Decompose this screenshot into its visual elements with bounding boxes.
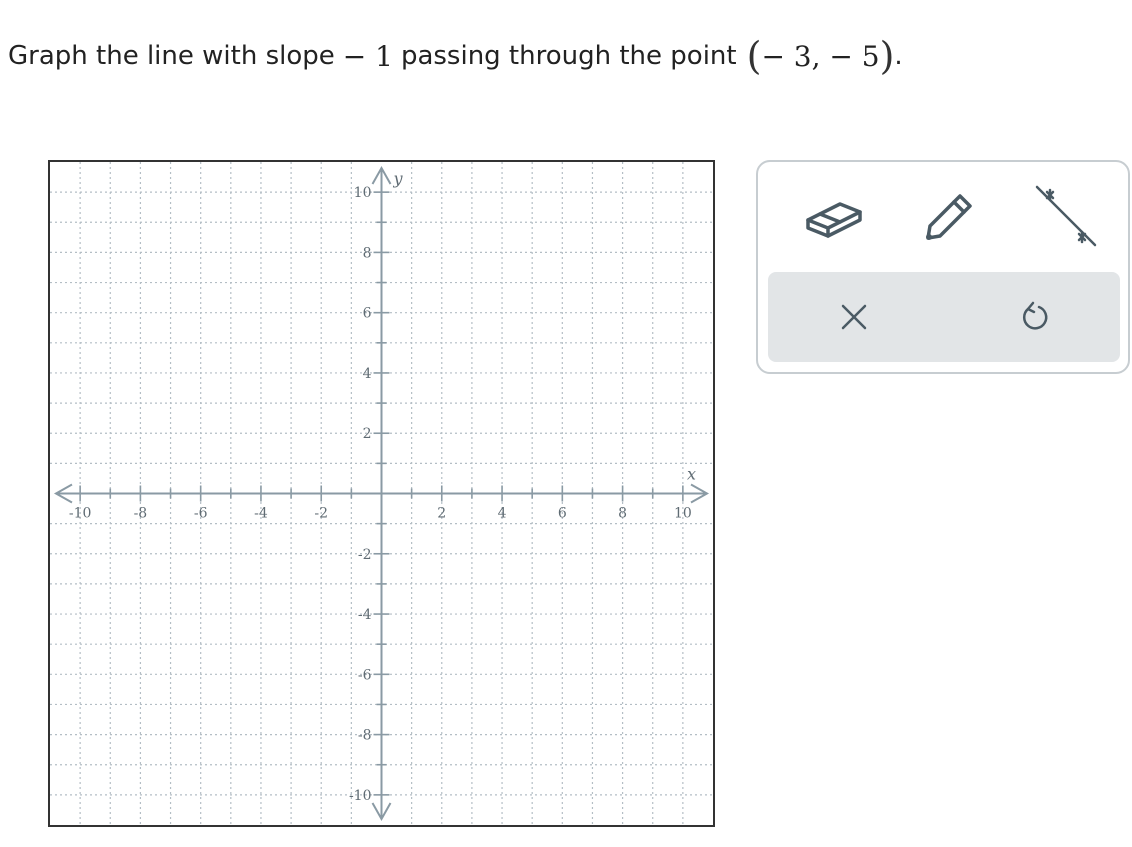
pencil-icon: [926, 194, 972, 240]
eraser-tool-button[interactable]: [796, 176, 876, 256]
y-axis-label: y: [393, 169, 404, 188]
open-paren: (: [746, 34, 762, 78]
y-tick-label: 10: [354, 185, 372, 201]
y-tick-label: -6: [358, 667, 372, 683]
question-text-prefix: Graph the line with slope: [8, 41, 335, 71]
x-tick-label: -8: [134, 506, 148, 522]
y-tick-label: 6: [363, 306, 372, 322]
y-tick-label: -10: [349, 788, 372, 804]
x-tick-label: 6: [558, 506, 567, 522]
close-icon: [841, 304, 867, 330]
eraser-icon: [806, 202, 862, 238]
undo-button[interactable]: [974, 272, 1094, 362]
question-prompt: Graph the line with slope − 1 passing th…: [8, 28, 903, 84]
y-tick-label: 2: [363, 426, 372, 442]
x-tick-label: -6: [194, 506, 208, 522]
action-bar: [768, 272, 1120, 362]
pencil-tool-button[interactable]: [908, 176, 988, 256]
slope-value: − 1: [342, 39, 393, 73]
x-tick-label: -2: [314, 506, 328, 522]
y-tick-label: 4: [363, 366, 372, 382]
x-tick-label: -4: [254, 506, 268, 522]
graph-tool-panel: [756, 160, 1130, 374]
clear-button[interactable]: [794, 272, 914, 362]
question-text-middle: passing through the point: [400, 41, 737, 71]
line-tool-button[interactable]: [1026, 176, 1106, 256]
question-period: .: [894, 41, 903, 71]
x-tick-label: -10: [69, 506, 92, 522]
point-coordinates: − 3, − 5: [761, 39, 880, 73]
coordinate-plane[interactable]: -10 -10 -8 -8 -6 -6 -4 -4 -2 -2 2 2 4 4 6 6 8 8 10 10 x y: [50, 162, 713, 825]
undo-icon: [1023, 301, 1048, 330]
y-tick-label: 8: [363, 245, 372, 261]
x-axis-label: x: [687, 465, 696, 484]
x-tick-label: 2: [437, 506, 446, 522]
y-tick-label: -8: [358, 728, 372, 744]
graph-canvas[interactable]: -10 -10 -8 -8 -6 -6 -4 -4 -2 -2 2 2 4 4 6 6 8 8 10 10 x y: [48, 160, 715, 827]
x-tick-label: 4: [498, 506, 507, 522]
line-tool-icon: [1035, 185, 1097, 247]
y-tick-label: -4: [358, 607, 372, 623]
x-tick-label: 8: [618, 506, 627, 522]
x-tick-label: 10: [674, 506, 692, 522]
y-tick-label: -2: [358, 547, 372, 563]
close-paren: ): [879, 34, 895, 78]
